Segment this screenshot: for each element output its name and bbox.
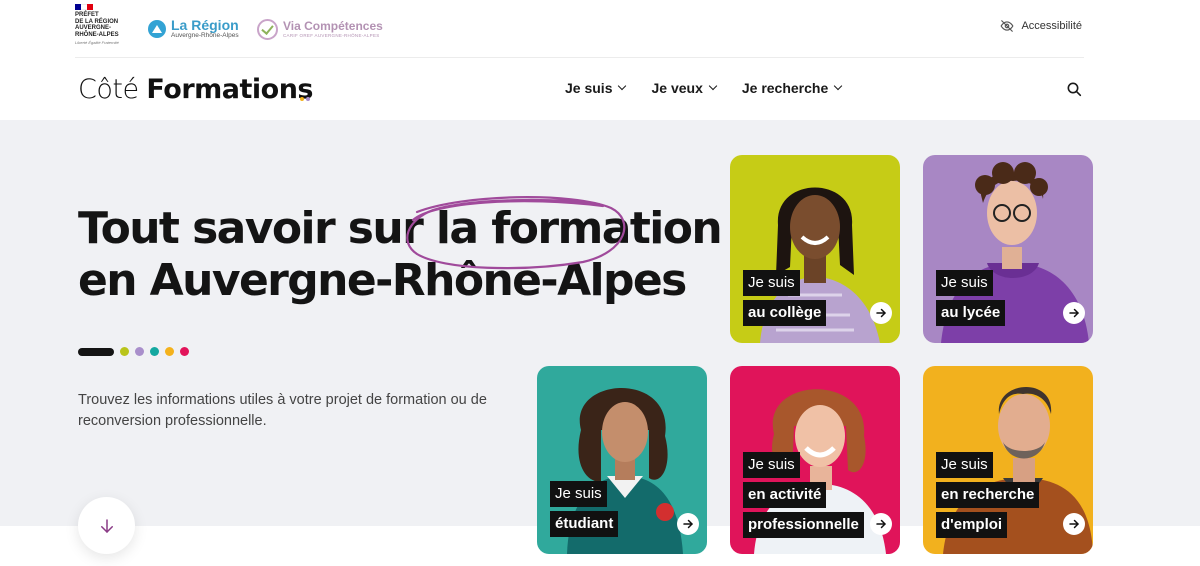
nav-item-je-suis[interactable]: Je suis [565,80,627,96]
accessibility-label: Accessibilité [1021,20,1082,32]
highlight-circle [406,196,626,270]
prefet-logo[interactable]: PRÉFET DE LA RÉGION AUVERGNE- RHÔNE-ALPE… [75,4,131,54]
eye-off-icon [1000,20,1014,32]
dot[interactable] [150,347,159,356]
logo-word-2: Formations [146,74,313,105]
top-bar: PRÉFET DE LA RÉGION AUVERGNE- RHÔNE-ALPE… [0,0,1200,58]
card-lycee[interactable]: Je suis au lycée [923,155,1093,343]
region-title: La Région [171,17,239,33]
french-flag-icon [75,4,93,10]
logo-dots [300,97,310,101]
nav-item-je-veux[interactable]: Je veux [651,80,718,96]
cote-formations-logo[interactable]: Côté Formations [78,72,313,107]
scroll-down-button[interactable] [78,497,135,554]
card-label-2: au lycée [936,300,1006,326]
via-competences-logo[interactable]: Via Compétences CARIF OREF AUVERGNE-RHÔN… [257,16,383,42]
card-label-1: Je suis [743,452,800,478]
nav-item-je-recherche[interactable]: Je recherche [741,80,843,96]
region-logo[interactable]: La Région Auvergne-Rhône-Alpes [148,16,239,42]
prefet-line-4: RHÔNE-ALPES [75,31,119,38]
nav-menu: Je suis Je veux Je recherche [565,80,843,96]
card-en-recherche[interactable]: Je suis en recherche d'emploi [923,366,1093,554]
logo-word-1: Côté [78,74,139,105]
dot[interactable] [135,347,144,356]
arrow-right-icon [1063,513,1085,535]
region-mountain-icon [148,20,166,38]
card-label-1: Je suis [936,270,993,296]
card-label-1: Je suis [743,270,800,296]
dot[interactable] [165,347,174,356]
arrow-down-icon [100,518,113,533]
card-label-3: d'emploi [936,512,1008,538]
arrow-right-icon [870,513,892,535]
arrow-right-icon [677,513,699,535]
card-label-2: en activité [743,482,827,508]
chevron-down-icon [834,81,843,91]
chevron-down-icon [618,81,627,91]
card-label-1: Je suis [550,481,607,507]
nav-item-label: Je recherche [741,80,829,96]
hero-description: Trouvez les informations utiles à votre … [78,392,487,429]
region-subtitle: Auvergne-Rhône-Alpes [171,32,239,39]
via-title: Via Compétences [283,18,383,33]
accessibility-button[interactable]: Accessibilité [1000,19,1082,33]
card-label-1: Je suis [936,452,993,478]
dot[interactable] [180,347,189,356]
nav-item-label: Je veux [651,80,703,96]
main-nav: Côté Formations Je suis Je veux Je reche… [0,58,1200,120]
search-icon[interactable] [1066,81,1082,97]
via-check-icon [257,18,278,40]
dot[interactable] [120,347,129,356]
card-label-2: en recherche [936,482,1040,508]
card-label-3: professionnelle [743,512,864,538]
via-subtitle: CARIF OREF AUVERGNE-RHÔNE-ALPES [283,32,380,38]
chevron-down-icon [708,81,718,91]
card-label-2: au collège [743,300,827,326]
dot-active[interactable] [78,347,114,356]
arrow-right-icon [870,302,892,324]
card-college[interactable]: Je suis au collège [730,155,900,343]
arrow-right-icon [1063,302,1085,324]
carousel-dots [78,347,189,356]
card-etudiant[interactable]: Je suis étudiant [537,366,707,554]
prefet-motto: Liberté Égalité Fraternité [75,40,119,45]
card-label-2: étudiant [550,511,619,537]
card-en-activite[interactable]: Je suis en activité professionnelle [730,366,900,554]
nav-item-label: Je suis [565,80,613,96]
